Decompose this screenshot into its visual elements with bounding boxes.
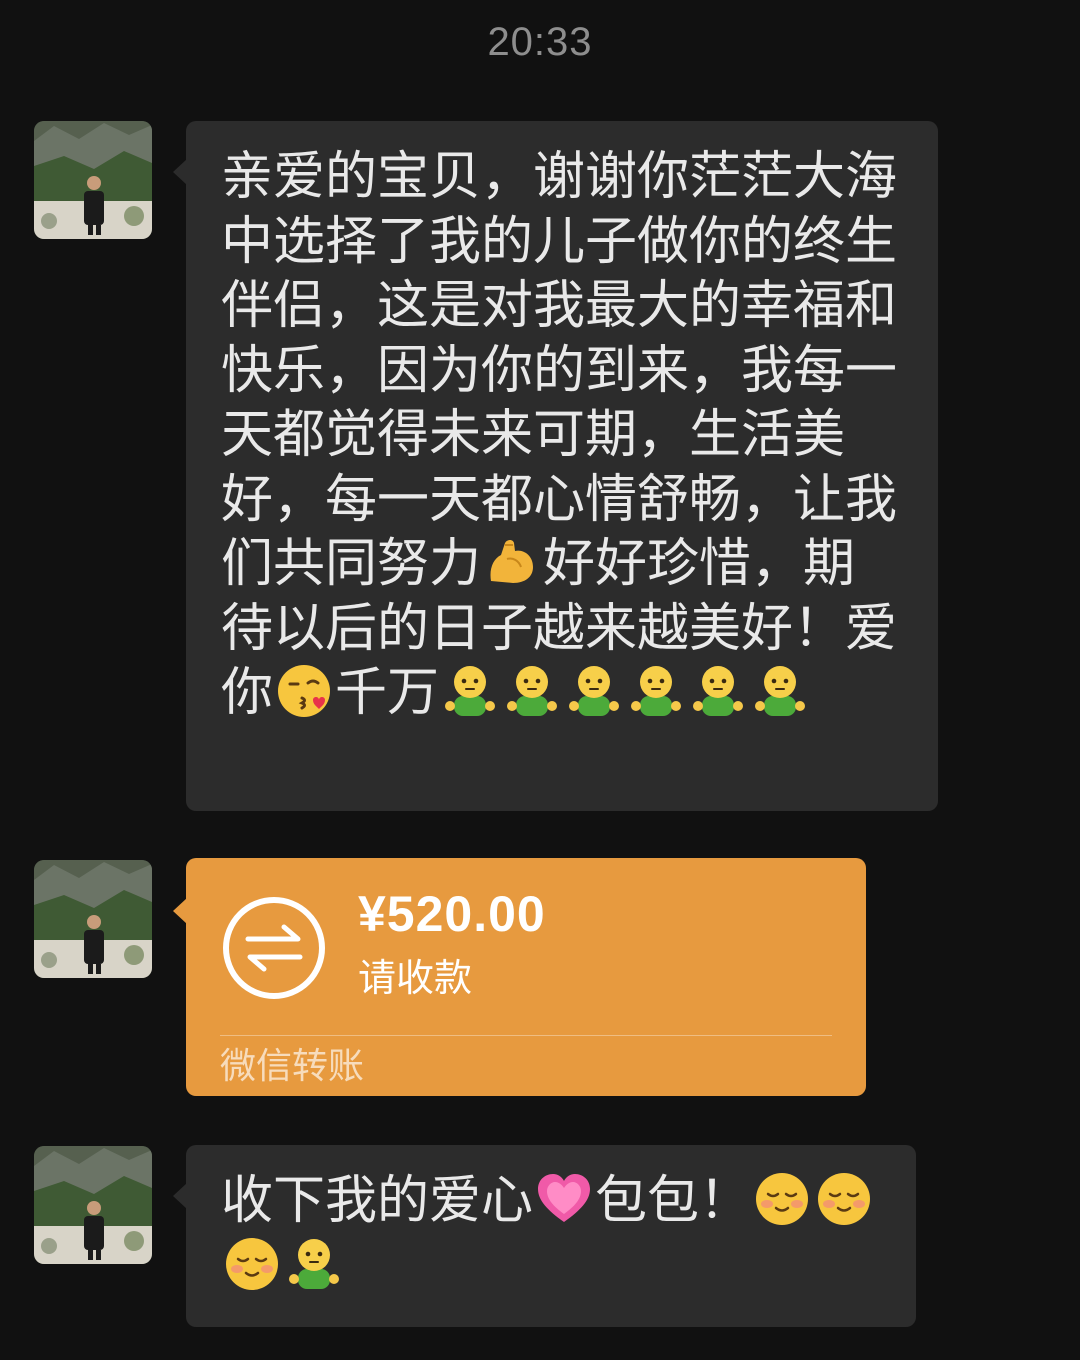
transfer-arrows-icon	[223, 897, 325, 999]
greeting-figure-icon	[441, 662, 499, 720]
message-text: 亲爱的宝贝，谢谢你茫茫大海中选择了我的儿子做你的终生伴侣，这是对我最大的幸福和快…	[186, 121, 938, 726]
contact-avatar[interactable]	[34, 860, 152, 978]
greeting-figure-icon	[689, 662, 747, 720]
message-text: 收下我的爱心 包包！	[186, 1145, 916, 1298]
greeting-figure-icon	[627, 662, 685, 720]
avatar-photo	[34, 121, 152, 239]
message-bubble[interactable]: 亲爱的宝贝，谢谢你茫茫大海中选择了我的儿子做你的终生伴侣，这是对我最大的幸福和快…	[173, 121, 938, 811]
greeting-figure-icon	[751, 662, 809, 720]
greeting-figure-icon	[285, 1235, 343, 1293]
blushing-face-icon	[223, 1235, 281, 1293]
contact-avatar[interactable]	[34, 1146, 152, 1264]
message-text-segment: 千万	[335, 663, 440, 723]
message-text-segment: 包包！	[595, 1171, 752, 1231]
avatar-photo	[34, 860, 152, 978]
divider	[220, 1035, 832, 1036]
transfer-card[interactable]: ¥520.00 请收款 微信转账	[173, 858, 866, 1096]
message-timestamp: 20:33	[487, 20, 593, 64]
blushing-face-icon	[753, 1170, 811, 1228]
avatar-photo	[34, 1146, 152, 1264]
blushing-face-icon	[815, 1170, 873, 1228]
message-bubble[interactable]: 收下我的爱心 包包！	[173, 1145, 916, 1327]
kissing-face-icon	[275, 662, 333, 720]
greeting-figure-icon	[565, 662, 623, 720]
pink-heart-icon	[535, 1170, 593, 1228]
message-text-segment: 亲爱的宝贝，谢谢你茫茫大海中选择了我的儿子做你的终生伴侣，这是对我最大的幸福和快…	[221, 147, 898, 594]
contact-avatar[interactable]	[34, 121, 152, 239]
transfer-status: 请收款	[358, 956, 473, 1000]
flexed-biceps-icon	[483, 533, 541, 591]
message-text-segment: 收下我的爱心	[221, 1171, 534, 1231]
transfer-source-label: 微信转账	[220, 1046, 365, 1087]
transfer-amount: ¥520.00	[358, 886, 546, 942]
greeting-figure-icon	[503, 662, 561, 720]
